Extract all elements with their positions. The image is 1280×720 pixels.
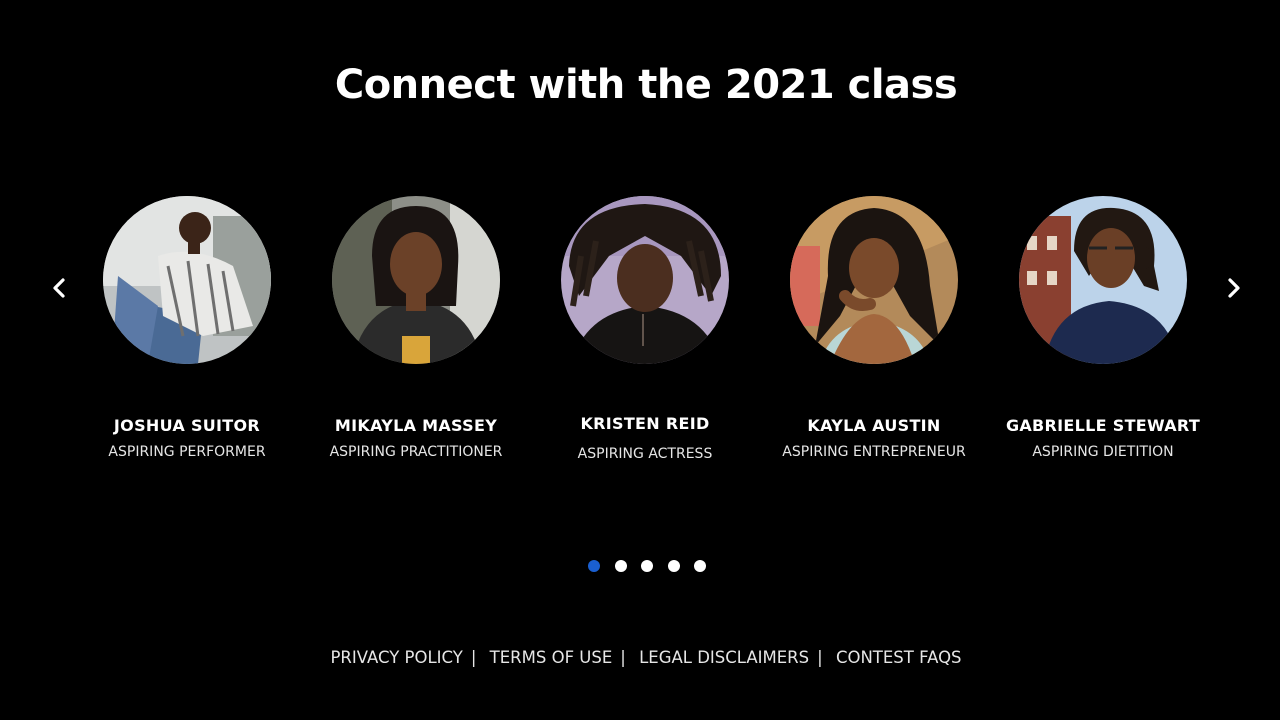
chevron-right-icon bbox=[1228, 278, 1240, 298]
carousel-pagination bbox=[588, 560, 706, 572]
contest-faqs-link[interactable]: CONTEST FAQS bbox=[836, 648, 962, 667]
pagination-dot[interactable] bbox=[588, 560, 600, 572]
pagination-dot[interactable] bbox=[694, 560, 706, 572]
pagination-dot[interactable] bbox=[641, 560, 653, 572]
member-name: KRISTEN REID bbox=[580, 414, 710, 433]
member-card[interactable]: MIKAYLA MASSEY ASPIRING PRACTITIONER bbox=[301, 196, 531, 460]
carousel-next-button[interactable] bbox=[1216, 270, 1252, 306]
pagination-dot[interactable] bbox=[667, 560, 680, 572]
footer-links: PRIVACY POLICY | TERMS OF USE | LEGAL DISC… bbox=[0, 648, 1280, 667]
member-photo bbox=[561, 196, 729, 364]
member-card[interactable]: KRISTEN REID ASPIRING ACTRESS bbox=[530, 196, 760, 462]
pagination-dot[interactable] bbox=[614, 560, 627, 572]
member-role: ASPIRING PERFORMER bbox=[108, 444, 266, 460]
member-role: ASPIRING ENTREPRENEUR bbox=[782, 444, 966, 460]
footer-separator: | bbox=[620, 648, 626, 667]
member-photo bbox=[332, 196, 500, 364]
member-name: JOSHUA SUITOR bbox=[113, 416, 261, 435]
page: Connect with the 2021 class JOSHUA SUITO… bbox=[0, 0, 1280, 720]
member-photo bbox=[1019, 196, 1187, 364]
member-name: MIKAYLA MASSEY bbox=[334, 416, 498, 435]
privacy-policy-link[interactable]: PRIVACY POLICY bbox=[330, 648, 462, 667]
member-card[interactable]: GABRIELLE STEWART ASPIRING DIETITION bbox=[988, 196, 1218, 460]
member-role: ASPIRING PRACTITIONER bbox=[329, 444, 503, 460]
member-card[interactable]: JOSHUA SUITOR ASPIRING PERFORMER bbox=[72, 196, 302, 460]
legal-disclaimers-link[interactable]: LEGAL DISCLAIMERS bbox=[639, 648, 809, 667]
member-role: ASPIRING DIETITION bbox=[1032, 444, 1174, 460]
member-name: GABRIELLE STEWART bbox=[1005, 416, 1201, 435]
terms-of-use-link[interactable]: TERMS OF USE bbox=[490, 648, 613, 667]
chevron-left-icon bbox=[53, 278, 65, 298]
footer-separator: | bbox=[470, 648, 477, 667]
member-name: KAYLA AUSTIN bbox=[807, 416, 941, 435]
page-title: Connect with the 2021 class bbox=[334, 62, 958, 108]
member-role: ASPIRING ACTRESS bbox=[577, 446, 713, 462]
member-photo bbox=[790, 196, 958, 364]
member-card[interactable]: KAYLA AUSTIN ASPIRING ENTREPRENEUR bbox=[759, 196, 989, 460]
member-photo bbox=[103, 196, 271, 364]
footer-separator: | bbox=[817, 648, 823, 667]
